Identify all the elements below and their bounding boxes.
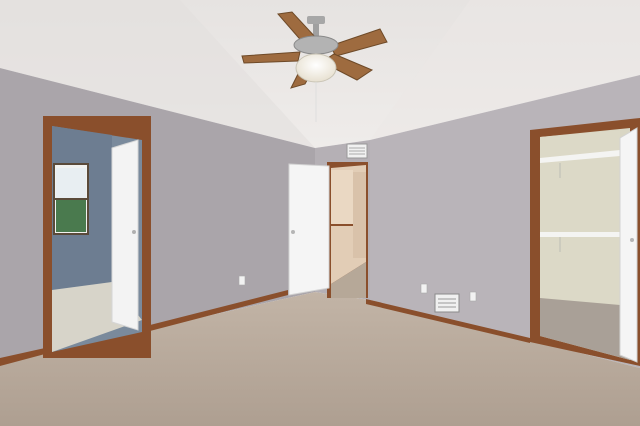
left-open-door[interactable]	[111, 139, 139, 331]
wall-outlet-left	[238, 275, 246, 286]
center-door[interactable]	[288, 163, 330, 296]
hallway-wall	[331, 170, 353, 225]
fan-light	[295, 53, 337, 83]
closet-door[interactable]	[619, 127, 638, 363]
hallway-back-wall	[353, 172, 366, 258]
window-sky	[56, 168, 86, 198]
closet-shelf-lower	[540, 232, 620, 237]
wall-outlet-right-2	[469, 291, 477, 302]
wall-outlet-right-1	[420, 283, 428, 294]
bedroom-illustration	[0, 0, 640, 426]
window-view	[56, 200, 86, 232]
bedroom-photo	[0, 0, 640, 426]
